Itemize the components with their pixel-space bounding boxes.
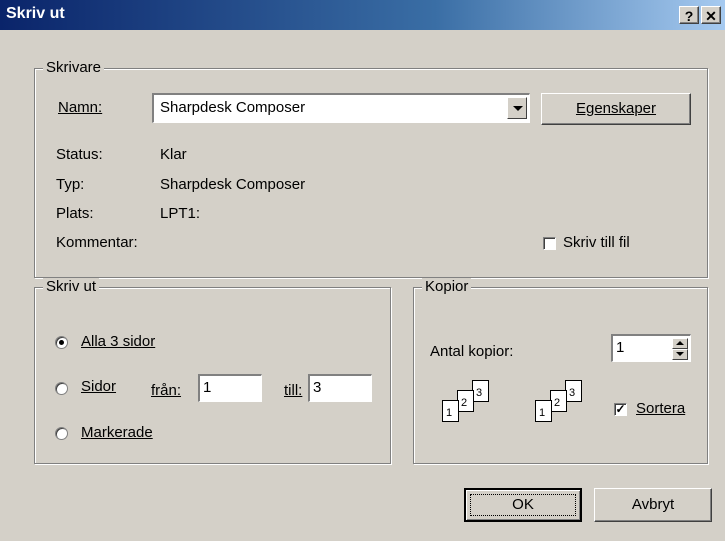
all-pages-radio[interactable]: [55, 336, 68, 349]
collate-page: 1: [535, 400, 552, 422]
from-label: från:: [151, 382, 182, 399]
collate-page: 3: [565, 380, 582, 402]
spin-up-icon[interactable]: [672, 338, 688, 349]
printer-group-label: Skrivare: [43, 59, 105, 77]
copies-group: Kopior: [413, 278, 708, 464]
collate-label[interactable]: Sortera: [636, 400, 685, 418]
dropdown-arrow-icon[interactable]: [507, 97, 527, 119]
copies-count-label: Antal kopior:: [430, 343, 514, 360]
collate-checkbox[interactable]: ✓: [614, 403, 627, 416]
status-label: Status:: [56, 146, 103, 163]
selection-label[interactable]: Markerade: [81, 424, 153, 442]
collate-page: 2: [550, 390, 567, 412]
location-label: Plats:: [56, 205, 94, 222]
copies-count-stepper[interactable]: 1: [611, 334, 691, 362]
printer-name-value: Sharpdesk Composer: [160, 99, 306, 116]
pages-radio[interactable]: [55, 382, 68, 395]
spin-down-icon[interactable]: [672, 349, 688, 360]
collate-page: 1: [442, 400, 459, 422]
type-value: Sharpdesk Composer: [160, 176, 306, 193]
status-value: Klar: [160, 146, 187, 163]
properties-button-label: Egenskaper: [575, 100, 657, 117]
title-bar: Skriv ut ? ✕: [0, 0, 725, 30]
properties-button[interactable]: Egenskaper: [541, 93, 691, 125]
comment-label: Kommentar:: [56, 234, 138, 251]
printer-name-label: Namn:: [58, 99, 103, 116]
type-label: Typ:: [56, 176, 85, 193]
location-value: LPT1:: [160, 205, 201, 222]
close-button[interactable]: ✕: [701, 6, 721, 24]
window-title: Skriv ut: [6, 5, 65, 22]
ok-button-label: OK: [512, 496, 534, 513]
selection-radio[interactable]: [55, 427, 68, 440]
printer-name-combobox[interactable]: Sharpdesk Composer: [152, 93, 530, 123]
collate-page: 3: [472, 380, 489, 402]
to-page-input[interactable]: 3: [308, 374, 372, 402]
pages-label[interactable]: Sidor: [81, 378, 116, 396]
cancel-button-label: Avbryt: [631, 496, 675, 513]
print-to-file-label[interactable]: Skriv till fil: [563, 234, 630, 252]
collate-page: 2: [457, 390, 474, 412]
copies-count-value: 1: [616, 339, 625, 356]
to-label: till:: [284, 382, 303, 399]
spinner[interactable]: [672, 338, 688, 360]
print-to-file-checkbox[interactable]: [543, 237, 556, 250]
from-page-input[interactable]: 1: [198, 374, 262, 402]
print-dialog: Skriv ut ? ✕ Skrivare Namn: Sharpdesk Co…: [0, 0, 725, 541]
ok-button[interactable]: OK: [464, 488, 582, 522]
cancel-button[interactable]: Avbryt: [594, 488, 712, 522]
all-pages-label[interactable]: Alla 3 sidor: [81, 333, 155, 351]
help-button[interactable]: ?: [679, 6, 699, 24]
copies-group-label: Kopior: [422, 278, 472, 296]
print-range-group-label: Skriv ut: [43, 278, 100, 296]
